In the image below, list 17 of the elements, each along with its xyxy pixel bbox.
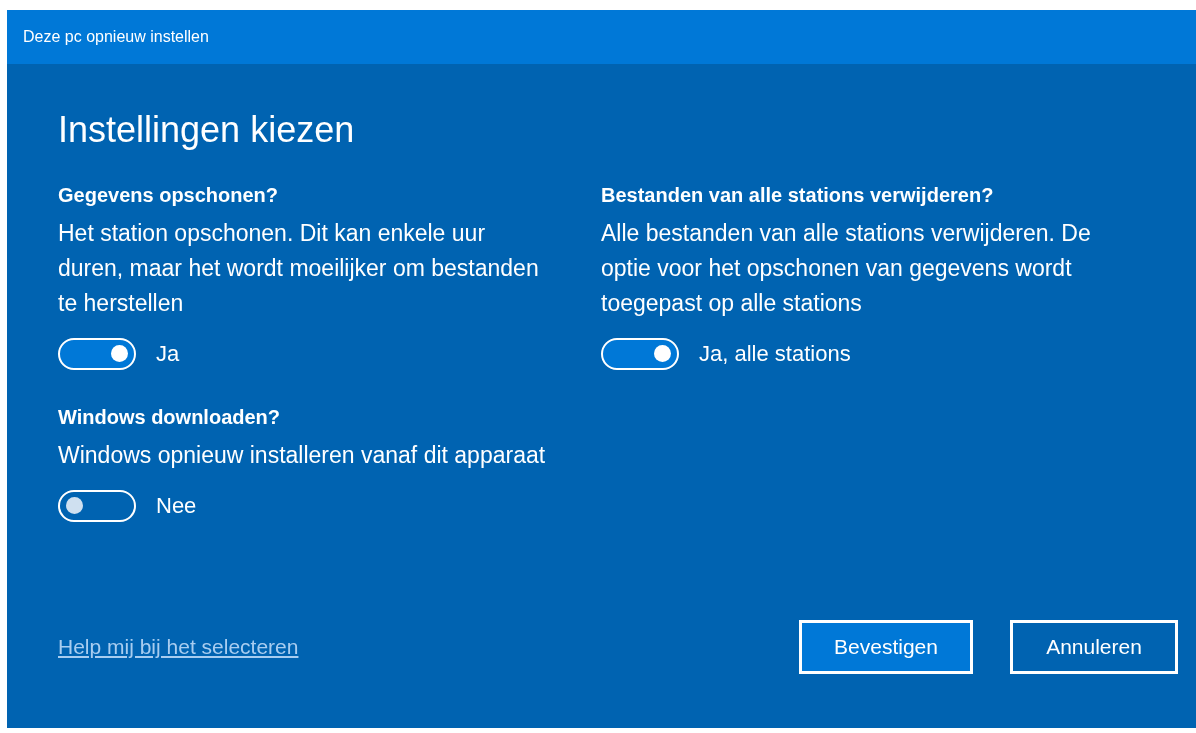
toggle-switch[interactable]: [58, 489, 136, 522]
section-description: Windows opnieuw installeren vanaf dit apparaat: [58, 441, 547, 470]
toggle-label: Ja, alle stations: [699, 340, 851, 368]
toggle-switch[interactable]: [58, 337, 136, 370]
section-title: Bestanden van alle stations verwijderen?: [601, 183, 995, 208]
section-title: Windows downloaden?: [58, 405, 282, 430]
toggle-label: Ja: [156, 340, 180, 368]
section-title: Gegevens opschonen?: [58, 183, 280, 208]
window-title: Deze pc opnieuw instellen: [23, 27, 209, 47]
section-description: Het station opschonen. Dit kan enkele uur duren, maar het wordt moeilijker om bestanden te herstellen: [58, 219, 540, 318]
dialog-button[interactable]: Annuleren: [1010, 620, 1178, 674]
dialog-heading: Instellingen kiezen: [58, 108, 356, 152]
section-description: Alle bestanden van alle stations verwijderen. De optie voor het opschonen van gegevens wordt toegepast op alle stations: [601, 219, 1092, 318]
toggle-switch[interactable]: [601, 337, 679, 370]
dialog-button[interactable]: Bevestigen: [799, 620, 973, 674]
toggle-label: Nee: [156, 492, 197, 520]
help-link[interactable]: Help mij bij het selecteren: [58, 631, 299, 663]
